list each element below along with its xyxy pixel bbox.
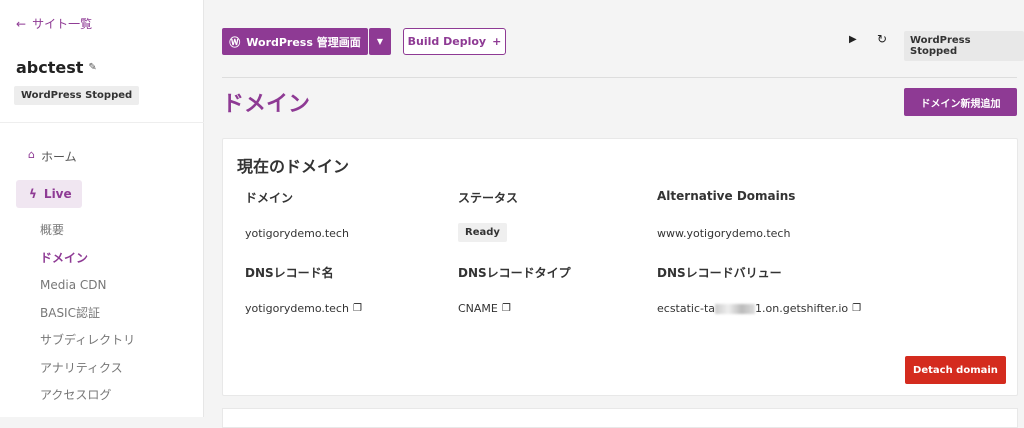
wordpress-admin-button[interactable]: Ⓦ WordPress 管理画面: [222, 28, 368, 55]
site-status-badge: WordPress Stopped: [14, 86, 140, 105]
home-icon: ⌂: [28, 148, 35, 161]
lightning-icon: ϟ: [29, 187, 37, 201]
copy-icon[interactable]: ❐: [353, 303, 362, 314]
dns-type-cell: CNAME ❐: [458, 302, 511, 315]
wordpress-status-badge: WordPress Stopped: [904, 31, 1024, 61]
dns-value-prefix: ecstatic-ta: [657, 302, 716, 315]
subnav-item-overview[interactable]: 概要: [40, 222, 135, 250]
column-header-dns-value: DNSレコードバリュー: [657, 266, 782, 280]
column-header-domain: ドメイン: [245, 191, 294, 205]
dns-value-suffix: 1.on.getshifter.io: [755, 302, 849, 315]
next-card: [222, 408, 1018, 428]
sidebar: ← サイト一覧 abctest ✎ WordPress Stopped ⌂ ホー…: [0, 0, 204, 417]
dns-type-value: CNAME: [458, 302, 498, 315]
subnav-item-access-log[interactable]: アクセスログ: [40, 387, 135, 415]
dns-name-value: yotigorydemo.tech: [245, 302, 349, 315]
back-to-sites-link[interactable]: ← サイト一覧: [16, 15, 92, 32]
domain-value: yotigorydemo.tech: [245, 227, 349, 240]
card-title: 現在のドメイン: [237, 157, 350, 176]
sidebar-divider: [0, 122, 204, 123]
column-header-alt-domains: Alternative Domains: [657, 189, 796, 203]
wordpress-icon: Ⓦ: [229, 35, 241, 49]
subnav-item-domain[interactable]: ドメイン: [40, 250, 135, 278]
sidebar-item-label: ホーム: [40, 150, 77, 164]
subnav-item-basic-auth[interactable]: BASIC認証: [40, 305, 135, 333]
play-icon[interactable]: ▶: [849, 34, 857, 45]
sidebar-item-label: Live: [43, 187, 72, 201]
header-divider: [222, 77, 1017, 78]
sidebar-item-home[interactable]: ⌂ ホーム: [28, 148, 77, 165]
current-domain-card: 現在のドメイン ドメイン ステータス Alternative Domains y…: [222, 138, 1018, 396]
alt-domain-value: www.yotigorydemo.tech: [657, 227, 791, 240]
page-title: ドメイン: [222, 92, 311, 117]
copy-icon[interactable]: ❐: [852, 303, 861, 314]
dns-value-cell: ecstatic-ta 1.on.getshifter.io ❐: [657, 302, 861, 315]
subnav-item-subdirectory[interactable]: サブディレクトリ: [40, 332, 135, 360]
detach-domain-button[interactable]: Detach domain: [905, 356, 1006, 384]
add-domain-button[interactable]: ドメイン新規追加: [904, 88, 1017, 116]
subnav-item-analytics[interactable]: アナリティクス: [40, 360, 135, 388]
build-deploy-label: Build Deploy: [407, 35, 487, 48]
live-subnav: 概要 ドメイン Media CDN BASIC認証 サブディレクトリ アナリティ…: [40, 222, 135, 415]
column-header-status: ステータス: [458, 191, 519, 205]
back-link-label: サイト一覧: [32, 17, 93, 31]
chevron-down-icon: ▼: [376, 37, 384, 46]
dns-name-cell: yotigorydemo.tech ❐: [245, 302, 362, 315]
status-badge: Ready: [458, 223, 507, 242]
refresh-icon[interactable]: ↻: [877, 32, 887, 46]
site-name: abctest ✎: [16, 58, 97, 77]
build-deploy-button[interactable]: Build Deploy +: [403, 28, 506, 55]
site-name-label: abctest: [16, 58, 84, 77]
redacted-blur: [715, 304, 756, 314]
copy-icon[interactable]: ❐: [502, 303, 511, 314]
subnav-item-media-cdn[interactable]: Media CDN: [40, 277, 135, 305]
arrow-left-icon: ←: [16, 16, 27, 31]
sidebar-item-live[interactable]: ϟ Live: [16, 180, 82, 208]
column-header-dns-name: DNSレコード名: [245, 266, 334, 280]
dns-value-text: ecstatic-ta 1.on.getshifter.io: [657, 302, 848, 315]
edit-icon[interactable]: ✎: [88, 62, 96, 73]
wordpress-admin-label: WordPress 管理画面: [246, 35, 361, 49]
wordpress-menu-dropdown[interactable]: ▼: [369, 28, 391, 55]
column-header-dns-type: DNSレコードタイプ: [458, 266, 571, 280]
plus-icon: +: [492, 35, 502, 48]
